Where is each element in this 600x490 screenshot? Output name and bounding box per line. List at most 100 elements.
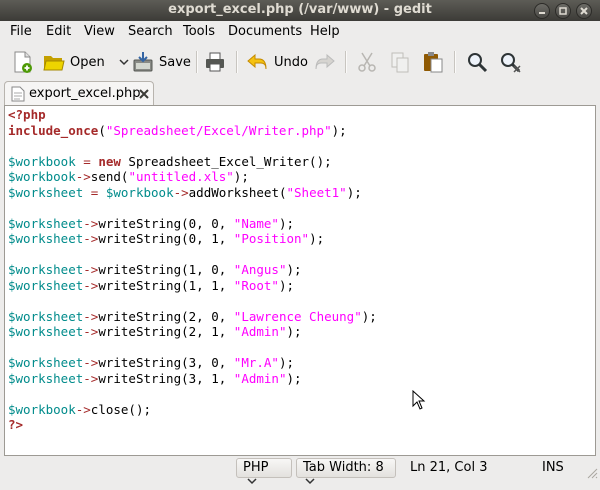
menu-search[interactable]: Search bbox=[128, 24, 173, 39]
paste-button[interactable] bbox=[421, 48, 445, 76]
code-token-var: $worksheet bbox=[8, 308, 84, 324]
maximize-button[interactable] bbox=[555, 3, 571, 19]
code-token-plain: ); bbox=[286, 324, 302, 339]
redo-button[interactable] bbox=[312, 48, 336, 76]
code-token-str: "Root" bbox=[233, 277, 279, 293]
code-token-op: -> bbox=[83, 215, 99, 231]
code-token-plain: ); bbox=[233, 169, 249, 184]
insert-mode: INS bbox=[542, 460, 564, 475]
new-button[interactable] bbox=[10, 48, 34, 76]
copy-icon bbox=[391, 52, 409, 73]
code-token-var: $worksheet bbox=[8, 262, 84, 277]
code-text[interactable]: <?php include_once("Spreadsheet/Excel/Wri… bbox=[8, 107, 377, 433]
code-line[interactable]: ​ bbox=[8, 200, 377, 216]
code-line[interactable]: ​ bbox=[8, 386, 377, 402]
code-token-plain: ); bbox=[346, 184, 362, 200]
code-token-plain: writeString(0, 1, bbox=[98, 231, 234, 246]
chevron-down-icon[interactable] bbox=[117, 50, 131, 74]
find-replace-button[interactable] bbox=[498, 48, 522, 76]
code-token-plain: send( bbox=[90, 169, 129, 184]
menu-bar: File Edit View Search Tools Documents He… bbox=[0, 21, 600, 43]
code-token-var: $worksheet bbox=[8, 277, 84, 293]
code-line[interactable]: $worksheet->writeString(0, 1, "Position"… bbox=[8, 231, 377, 247]
code-line[interactable]: $worksheet->writeString(1, 1, "Root"); bbox=[8, 278, 377, 294]
toolbar-separator bbox=[236, 51, 238, 73]
code-line[interactable]: $worksheet->writeString(3, 1, "Admin"); bbox=[8, 371, 377, 387]
language-selector[interactable]: PHP bbox=[236, 458, 292, 485]
menu-view[interactable]: View bbox=[84, 24, 115, 39]
copy-button[interactable] bbox=[388, 48, 412, 76]
close-icon bbox=[580, 7, 588, 15]
find-replace-icon bbox=[501, 53, 521, 73]
code-token-str: "Position" bbox=[233, 231, 310, 246]
code-token-var: $worksheet bbox=[8, 184, 84, 200]
paste-icon bbox=[424, 52, 443, 73]
code-line[interactable]: $worksheet->writeString(1, 0, "Angus"); bbox=[8, 262, 377, 278]
code-line[interactable]: $worksheet->writeString(2, 1, "Admin"); bbox=[8, 324, 377, 340]
tab-label: export_excel.php bbox=[29, 86, 141, 101]
code-line[interactable]: $worksheet->writeString(3, 0, "Mr.A"); bbox=[8, 355, 377, 371]
close-tab-icon[interactable] bbox=[137, 87, 151, 101]
tab-width-selector[interactable]: Tab Width: 8 bbox=[296, 458, 396, 485]
code-token-plain: ( bbox=[98, 122, 106, 138]
code-line[interactable]: <?php bbox=[8, 107, 377, 123]
close-window-button[interactable] bbox=[576, 3, 592, 19]
code-token-plain: writeString(3, 1, bbox=[98, 370, 234, 386]
code-token-plain: ); bbox=[278, 277, 295, 293]
save-button[interactable]: Save bbox=[131, 48, 191, 76]
language-label: PHP bbox=[243, 460, 269, 475]
code-token-op: -> bbox=[173, 184, 189, 200]
toolbar-separator bbox=[196, 51, 198, 73]
code-token-op: -> bbox=[83, 308, 99, 324]
code-token-var: $worksheet bbox=[8, 370, 84, 386]
open-label: Open bbox=[70, 54, 105, 70]
code-token-plain: addWorksheet( bbox=[188, 184, 287, 200]
code-token-kw: <?php bbox=[8, 107, 46, 122]
code-token-var: $workbook bbox=[8, 401, 76, 417]
code-token-op: -> bbox=[83, 370, 99, 386]
code-token-plain: ); bbox=[278, 355, 295, 370]
save-icon bbox=[133, 52, 153, 72]
open-button[interactable]: Open bbox=[42, 48, 131, 76]
code-token-plain: ); bbox=[286, 370, 302, 386]
code-token-str: "Name" bbox=[233, 215, 279, 231]
text-editor[interactable]: <?php include_once("Spreadsheet/Excel/Wri… bbox=[4, 105, 596, 456]
code-line[interactable]: include_once("Spreadsheet/Excel/Writer.p… bbox=[8, 123, 377, 139]
menu-tools[interactable]: Tools bbox=[183, 24, 215, 39]
code-line[interactable]: $workbook->send("untitled.xls"); bbox=[8, 169, 377, 185]
cut-button[interactable] bbox=[355, 48, 379, 76]
menu-edit[interactable]: Edit bbox=[46, 24, 71, 39]
minimize-button[interactable] bbox=[534, 3, 550, 19]
code-line[interactable]: $workbook->close(); bbox=[8, 402, 377, 418]
code-token-str: "Spreadsheet/Excel/Writer.php" bbox=[105, 122, 332, 138]
code-token-var: $workbook bbox=[105, 184, 174, 200]
code-line[interactable]: $worksheet = $workbook->addWorksheet("Sh… bbox=[8, 185, 377, 201]
tab-width-value: 8 bbox=[375, 460, 384, 475]
find-button[interactable] bbox=[465, 48, 489, 76]
code-token-str: "untitled.xls" bbox=[128, 169, 234, 184]
code-token-plain: writeString(1, 1, bbox=[98, 277, 234, 293]
code-line[interactable]: ​ bbox=[8, 138, 377, 154]
menu-file[interactable]: File bbox=[10, 24, 32, 39]
code-token-kw: include_once bbox=[8, 122, 99, 138]
code-line[interactable]: $worksheet->writeString(0, 0, "Name"); bbox=[8, 216, 377, 232]
code-line[interactable]: ​ bbox=[8, 340, 377, 356]
code-line[interactable]: ​ bbox=[8, 293, 377, 309]
folder-open-icon bbox=[43, 56, 65, 71]
tab-export-excel[interactable]: export_excel.php bbox=[4, 81, 154, 105]
code-line[interactable]: ?> bbox=[8, 417, 377, 433]
code-token-op: -> bbox=[83, 324, 99, 339]
code-token-kw: new bbox=[98, 153, 121, 169]
code-token-kw: ?> bbox=[8, 417, 24, 432]
resize-grip-icon[interactable] bbox=[586, 467, 598, 479]
undo-button[interactable]: Undo bbox=[246, 48, 308, 76]
code-line[interactable]: $worksheet->writeString(2, 0, "Lawrence … bbox=[8, 309, 377, 325]
code-token-str: "Admin" bbox=[233, 324, 287, 339]
menu-help[interactable]: Help bbox=[310, 24, 340, 39]
print-button[interactable] bbox=[203, 48, 227, 76]
code-line[interactable]: $workbook = new Spreadsheet_Excel_Writer… bbox=[8, 154, 377, 170]
code-token-plain: writeString(2, 1, bbox=[98, 324, 234, 339]
code-token-plain: ); bbox=[278, 215, 295, 231]
code-line[interactable]: ​ bbox=[8, 247, 377, 263]
menu-documents[interactable]: Documents bbox=[228, 24, 302, 39]
